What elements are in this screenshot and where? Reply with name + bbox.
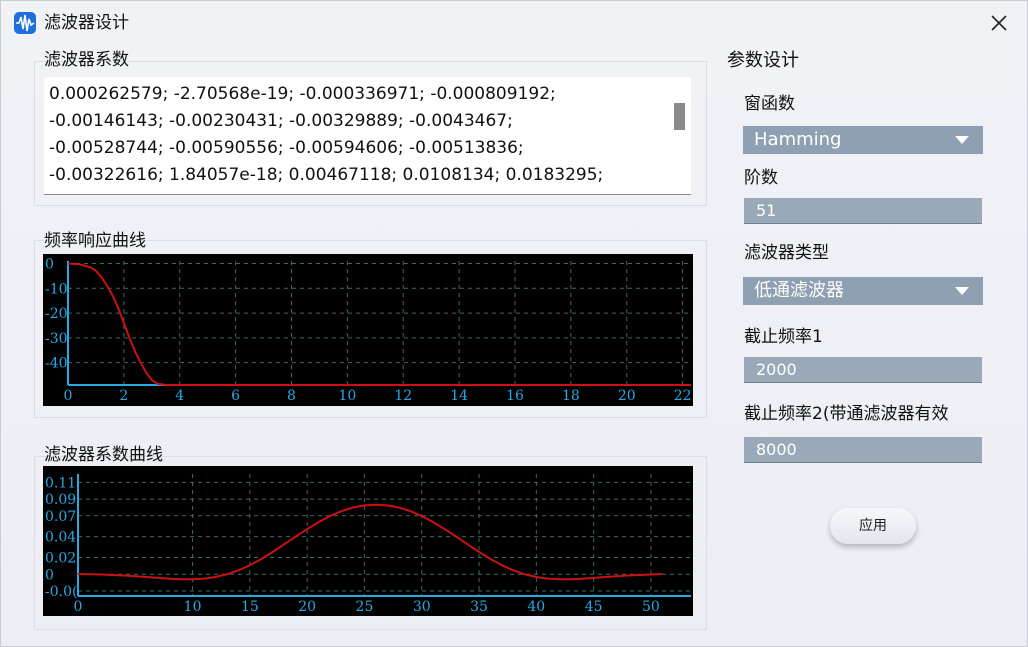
waveform-app-icon	[14, 12, 36, 34]
x-tick-label: 6	[231, 388, 240, 404]
coefficients-textbox[interactable]: 0.000262579; -2.70568e-19; -0.000336971;…	[44, 77, 691, 195]
x-tick-label: 30	[413, 599, 431, 615]
x-tick-label: 45	[585, 599, 603, 615]
series-line	[67, 262, 691, 386]
filter-type-label: 滤波器类型	[744, 243, 829, 263]
y-tick-label: -20	[45, 306, 68, 322]
x-tick-label: 50	[642, 599, 660, 615]
y-tick-label: -40	[45, 356, 68, 372]
x-tick-label: 22	[674, 388, 692, 404]
y-tick-label: 0	[45, 567, 54, 583]
y-tick-label: 0.07	[45, 509, 76, 525]
x-tick-label: 12	[394, 388, 412, 404]
window-title: 滤波器设计	[44, 13, 129, 33]
y-tick-label: -0.0(	[45, 584, 77, 600]
x-tick-label: 8	[287, 388, 296, 404]
x-tick-label: 18	[562, 388, 580, 404]
x-tick-label: 20	[618, 388, 636, 404]
coefficient-curve-title: 滤波器系数曲线	[44, 445, 163, 465]
order-input[interactable]: 51	[744, 198, 982, 224]
chevron-down-icon	[955, 136, 969, 144]
y-tick-label: 0	[45, 256, 54, 272]
coefficient-curve-chart: 0 10 15 20 25 30 35 40 45 50 0.11 0.09 0.07 0.04 0.02 0…	[43, 466, 693, 616]
x-tick-label: 16	[506, 388, 524, 404]
x-tick-label: 15	[241, 599, 259, 615]
window-function-label: 窗函数	[744, 94, 795, 114]
params-group-title: 参数设计	[727, 50, 799, 71]
y-tick-label: -10	[45, 281, 68, 297]
x-tick-label: 20	[298, 599, 316, 615]
close-icon[interactable]	[985, 9, 1013, 37]
chevron-down-icon	[955, 287, 969, 295]
window-function-select[interactable]: Hamming	[743, 126, 983, 154]
x-tick-label: 0	[64, 388, 73, 404]
filter-type-value: 低通滤波器	[754, 280, 844, 301]
coefficient-line: -0.00146143; -0.00230431; -0.00329889; -…	[49, 111, 513, 131]
x-tick-label: 35	[470, 599, 488, 615]
title-bar: 滤波器设计	[1, 1, 1027, 45]
y-tick-label: 0.02	[45, 551, 76, 567]
filter-design-window: 滤波器设计 滤波器系数 0.000262579; -2.70568e-19; -…	[0, 0, 1028, 647]
cutoff2-label: 截止频率2(带通滤波器有效	[744, 404, 949, 424]
x-tick-label: 10	[338, 388, 356, 404]
y-tick-label: 0.11	[45, 475, 76, 491]
coefficients-group-title: 滤波器系数	[44, 50, 129, 70]
apply-button[interactable]: 应用	[830, 508, 916, 544]
order-label: 阶数	[744, 168, 778, 188]
x-tick-label: 25	[356, 599, 374, 615]
x-tick-label: 14	[450, 388, 468, 404]
y-tick-label: -30	[45, 331, 68, 347]
coefficient-line: -0.00528744; -0.00590556; -0.00594606; -…	[49, 138, 524, 158]
coefficient-line: 0.000262579; -2.70568e-19; -0.000336971;…	[49, 84, 556, 104]
cutoff1-label: 截止频率1	[744, 327, 823, 347]
x-tick-label: 40	[527, 599, 545, 615]
x-tick-label: 10	[184, 599, 202, 615]
coefficients-scrollbar-thumb[interactable]	[674, 103, 685, 130]
cutoff2-input[interactable]: 8000	[744, 437, 982, 463]
filter-type-select[interactable]: 低通滤波器	[743, 277, 983, 305]
y-tick-label: 0.04	[45, 530, 76, 546]
cutoff1-input[interactable]: 2000	[744, 357, 982, 383]
x-tick-label: 0	[74, 599, 83, 615]
frequency-response-chart: 0 2 4 6 8 10 12 14 16 18 20 22 0 -10 -20 -30 -40	[43, 254, 693, 406]
window-function-value: Hamming	[754, 129, 842, 150]
frequency-response-title: 频率响应曲线	[44, 231, 146, 251]
coefficient-line: -0.00322616; 1.84057e-18; 0.00467118; 0.…	[49, 165, 604, 185]
x-tick-label: 2	[119, 388, 128, 404]
x-tick-label: 4	[175, 388, 184, 404]
y-tick-label: 0.09	[45, 492, 76, 508]
